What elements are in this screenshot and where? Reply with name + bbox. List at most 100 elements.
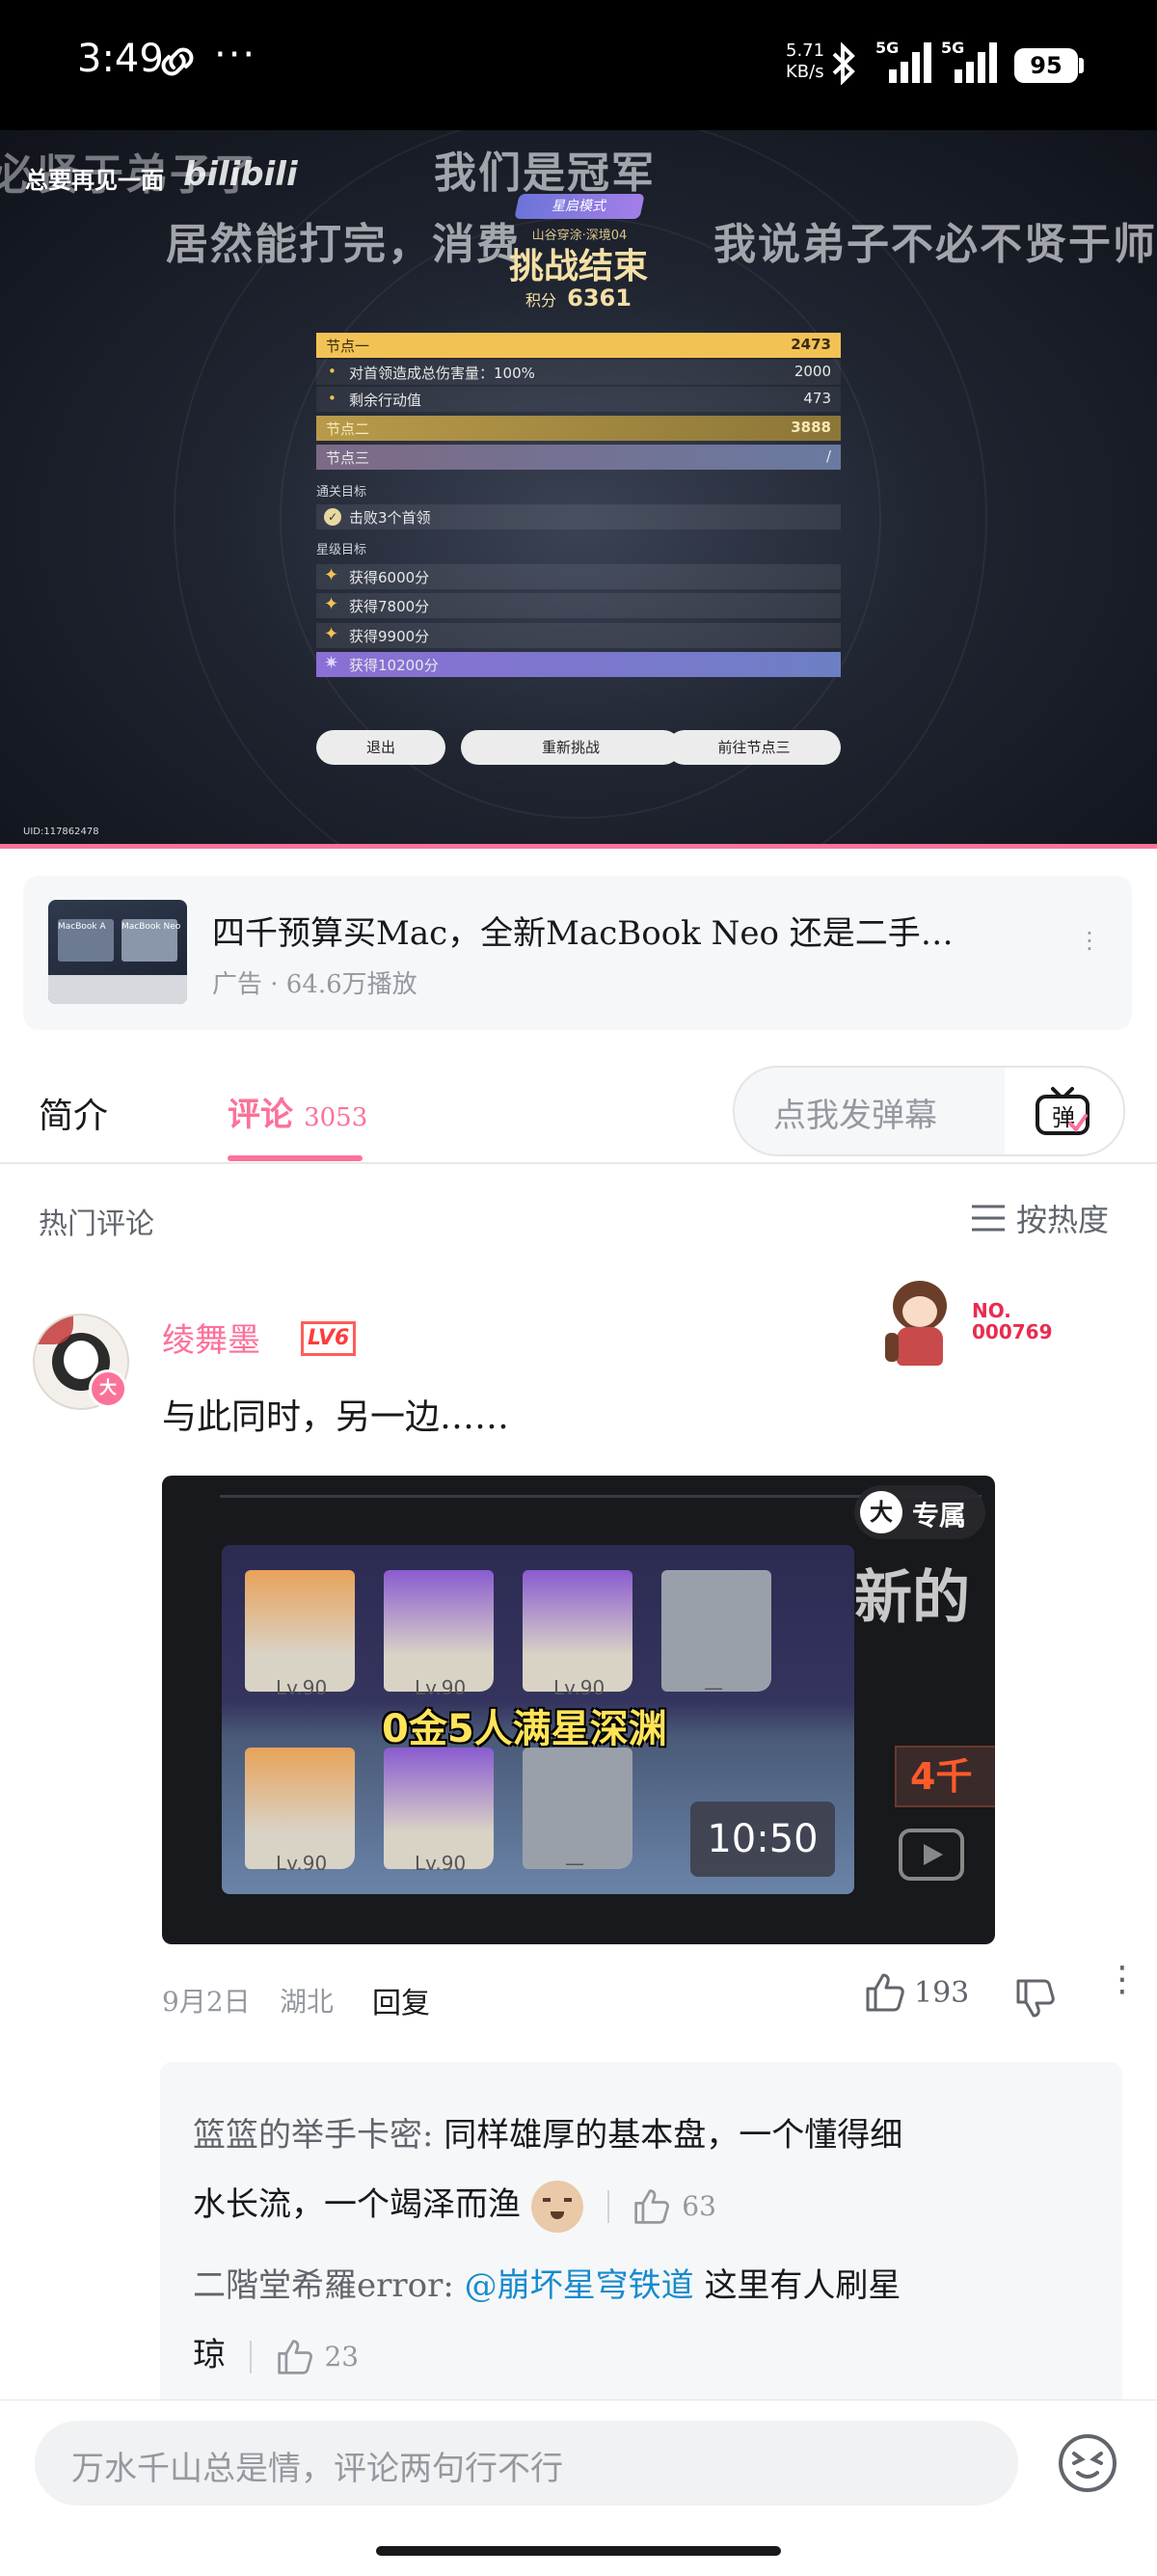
exit-button[interactable]: 退出 (316, 730, 445, 765)
node-value: 3888 (791, 419, 831, 436)
star-icon: ✦ (324, 624, 339, 644)
reply-username[interactable]: 二階堂希羅error: (193, 2266, 454, 2305)
star-goal-row: ✷ 获得10200分 (316, 652, 841, 677)
thumb-down-icon[interactable] (1014, 1977, 1057, 2020)
level-label: Lv.90 (553, 1676, 605, 1699)
fan-badge-image (879, 1275, 956, 1371)
emoji-dog-icon (530, 2181, 583, 2233)
level-label: Lv.90 (276, 1852, 328, 1875)
tab-comments-count: 3053 (304, 1103, 368, 1132)
node-label: 节点三 (326, 449, 370, 467)
detail-value: 473 (803, 390, 831, 407)
star-icon: ✷ (324, 653, 339, 673)
reply-text: 这里有人刷星 (704, 2266, 901, 2305)
list-icon (972, 1205, 1005, 1232)
reply-username[interactable]: 篮篮的举手卡密: (193, 2116, 433, 2155)
danmaku-item: 我们是冠军 (434, 149, 656, 198)
net-speed: 5.71 KB/s (786, 41, 825, 83)
video-title-overlay: 0金5人满星深渊 (382, 1707, 667, 1751)
next-node-button[interactable]: 前往节点三 (667, 730, 841, 765)
mode-badge: 星启模式 (514, 194, 645, 219)
node-label: 节点一 (326, 338, 370, 355)
comment-location: 湖北 (280, 1986, 335, 2018)
comment-username[interactable]: 绫舞墨 (162, 1314, 260, 1361)
tab-comments-label: 评论 (228, 1096, 293, 1134)
level-label: Lv.90 (415, 1852, 467, 1875)
mention-link[interactable]: @崩坏星穹铁道 (465, 2266, 694, 2305)
node-row-3: 节点三 / (316, 445, 841, 470)
side-tag: 4千 (895, 1746, 995, 1807)
net-speed-value: 5.71 (786, 41, 825, 61)
tab-indicator (228, 1155, 363, 1161)
emoji-button-icon[interactable] (1057, 2432, 1118, 2494)
reply-preview[interactable]: 篮篮的举手卡密: 同样雄厚的基本盘，一个懂得细 水长流，一个竭泽而渔 63 二階… (160, 2062, 1122, 2409)
ad-card[interactable]: MacBook A MacBook Neo 四千预算买Mac，全新MacBook… (23, 876, 1132, 1030)
thumb-text: MacBook Neo (121, 922, 181, 932)
vip-badge: 大 (89, 1369, 127, 1408)
like-count: 193 (914, 1975, 970, 2010)
clear-goal-row: ✓ 击败3个首领 (316, 504, 841, 529)
avatar[interactable]: 大 (27, 1308, 131, 1412)
comment-input[interactable]: 万水千山总是情，评论两句行不行 (35, 2421, 1018, 2506)
comment-date: 9月2日 (162, 1986, 251, 2018)
reply-item[interactable]: 二階堂希羅error: @崩坏星穹铁道 这里有人刷星 琼 23 (193, 2251, 1099, 2392)
clear-goal-text: 击败3个首领 (349, 509, 431, 527)
status-time: 3:49 (77, 37, 164, 81)
signal-icon-1: 5G (875, 39, 933, 85)
comment-input-placeholder: 万水千山总是情，评论两句行不行 (71, 2450, 563, 2488)
detail-label: 剩余行动值 (349, 392, 422, 409)
detail-row: • 剩余行动值 473 (316, 387, 841, 412)
reply-text: 同样雄厚的基本盘，一个懂得细 (444, 2116, 903, 2155)
star-goal-row: ✦ 获得6000分 (316, 564, 841, 589)
video-card[interactable]: Lv.90 Lv.90 Lv.90 — Lv.90 Lv.90 — 0金5人满星… (162, 1476, 995, 1944)
fan-number: NO. 000769 (972, 1300, 1053, 1342)
reply-item[interactable]: 篮篮的举手卡密: 同样雄厚的基本盘，一个懂得细 水长流，一个竭泽而渔 63 (193, 2101, 1099, 2241)
reply-button[interactable]: 回复 (372, 1979, 430, 2021)
thumb-text: MacBook A (58, 922, 106, 932)
danmaku-item: 居然能打完，消费 (166, 220, 521, 269)
exclusive-mark: 大 (860, 1491, 902, 1533)
thumb-up-icon[interactable] (276, 2338, 314, 2376)
reply-like-count: 63 (682, 2190, 716, 2222)
star-goal-row: ✦ 获得7800分 (316, 593, 841, 618)
tab-intro[interactable]: 简介 (39, 1088, 108, 1138)
star-goal-text: 获得7800分 (349, 598, 430, 615)
node-row-2: 节点二 3888 (316, 416, 841, 441)
danmaku-toggle[interactable]: 弹 (1005, 1068, 1123, 1154)
level-label: — (704, 1676, 723, 1699)
reply-text: 水长流，一个竭泽而渔 (193, 2185, 521, 2224)
star-goal-row: ✦ 获得9900分 (316, 623, 841, 648)
comment-more-icon[interactable]: ⋮ (1105, 1963, 1140, 1997)
comment-text: 与此同时，另一边…… (162, 1397, 510, 1437)
score-value: 6361 (567, 285, 632, 312)
danmaku-placeholder: 点我发弹幕 (773, 1097, 937, 1135)
side-title: 新的 (854, 1564, 970, 1632)
retry-button[interactable]: 重新挑战 (461, 730, 681, 765)
hot-comments-label: 热门评论 (39, 1207, 154, 1241)
node-value: / (825, 447, 831, 465)
sort-button[interactable]: 按热度 (970, 1196, 1109, 1240)
detail-row: • 对首领造成总伤害量：100% 2000 (316, 360, 841, 385)
star-icon: ✦ (324, 594, 339, 614)
like-button[interactable]: 193 (864, 1971, 969, 2014)
more-vert-icon[interactable]: ⋮ (1078, 929, 1101, 952)
clear-goal-title: 通关目标 (316, 485, 367, 500)
thumb-up-icon[interactable] (632, 2187, 671, 2226)
danmaku-input[interactable]: 点我发弹幕 弹 (733, 1066, 1125, 1156)
tab-comments[interactable]: 评论 3053 (228, 1088, 367, 1135)
battery-indicator: 95 (1014, 48, 1078, 83)
result-title: 挑战结束 (508, 247, 648, 286)
reply-text: 琼 (193, 2336, 226, 2374)
check-icon: ✓ (324, 508, 341, 526)
level-label: — (565, 1852, 584, 1875)
progress-bar[interactable] (0, 844, 1157, 849)
link-icon (161, 47, 194, 76)
home-indicator[interactable] (376, 2546, 781, 2556)
level-label: Lv.90 (415, 1676, 467, 1699)
bilibili-watermark: bilibili (183, 155, 298, 194)
video-duration: 10:50 (690, 1802, 835, 1877)
video-player[interactable]: 必贤于弟子了 总要再见一面 bilibili 我们是冠军 居然能打完，消费 我说… (0, 130, 1157, 849)
signal-2-label: 5G (941, 39, 965, 57)
fan-number-prefix: NO. (972, 1299, 1011, 1322)
exclusive-label: 专属 (912, 1500, 967, 1532)
